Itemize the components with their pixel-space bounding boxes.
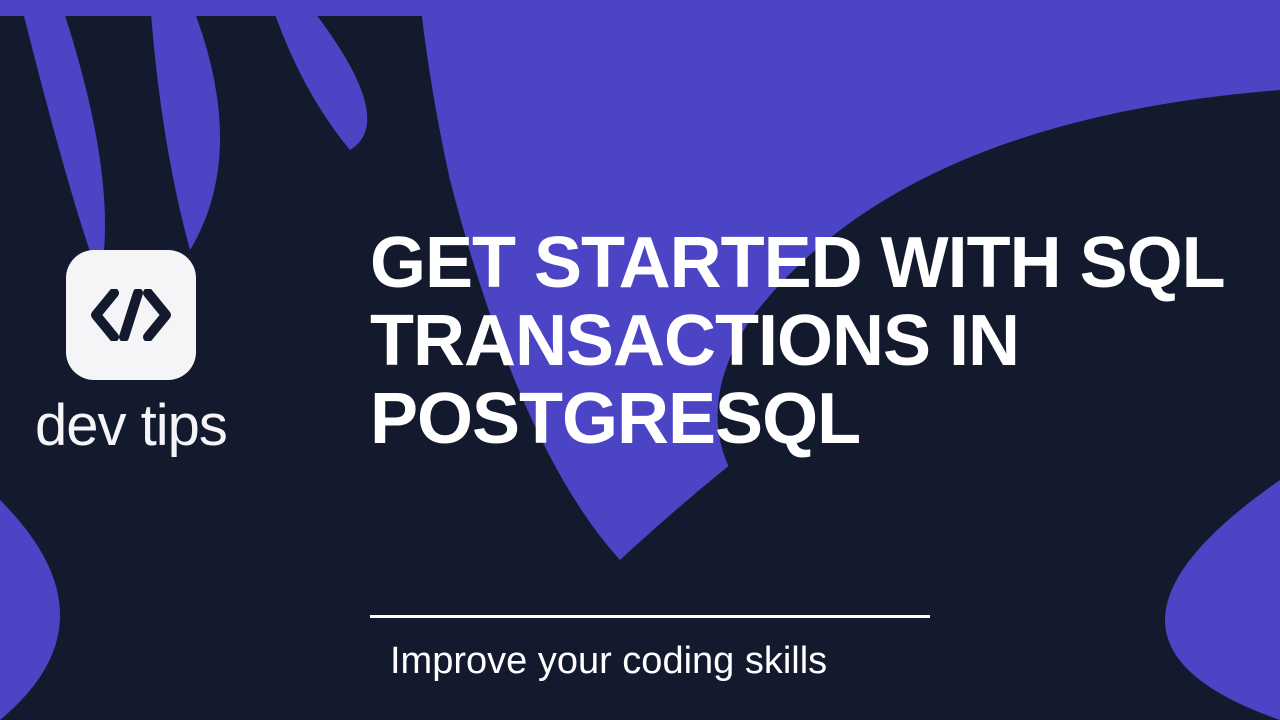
brand-icon-box [66,250,196,380]
divider [370,615,930,618]
page-title: GET STARTED WITH SQL TRANSACTIONS IN POS… [370,225,1250,458]
subtitle: Improve your coding skills [390,640,827,683]
code-brackets-icon [90,289,172,341]
brand-block: dev tips [35,250,227,459]
brand-name: dev tips [35,392,227,459]
